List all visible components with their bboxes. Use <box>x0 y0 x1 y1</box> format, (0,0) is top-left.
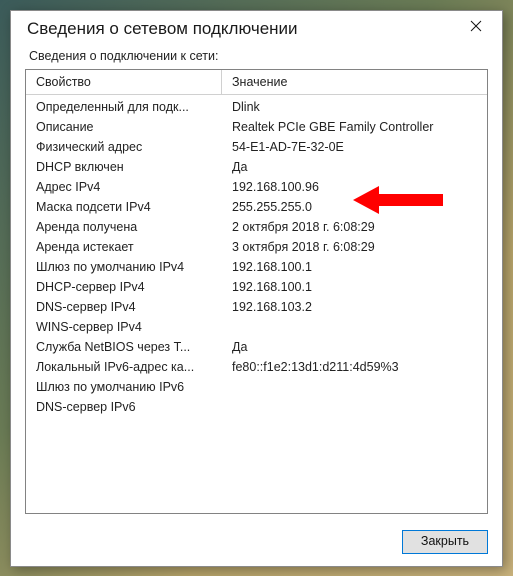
property-cell: DHCP-сервер IPv4 <box>26 277 222 297</box>
table-row[interactable]: DHCP-сервер IPv4192.168.100.1 <box>26 277 487 297</box>
dialog-footer: Закрыть <box>11 522 502 566</box>
property-cell: Физический адрес <box>26 137 222 157</box>
value-cell: 192.168.100.96 <box>222 177 487 197</box>
table-row[interactable]: ОписаниеRealtek PCIe GBE Family Controll… <box>26 117 487 137</box>
value-cell: Да <box>222 337 487 357</box>
property-cell: Локальный IPv6-адрес ка... <box>26 357 222 377</box>
value-cell: 192.168.100.1 <box>222 257 487 277</box>
property-cell: DNS-сервер IPv4 <box>26 297 222 317</box>
network-details-dialog: Сведения о сетевом подключении Сведения … <box>10 10 503 567</box>
value-cell: Да <box>222 157 487 177</box>
property-cell: Маска подсети IPv4 <box>26 197 222 217</box>
window-title: Сведения о сетевом подключении <box>27 19 298 39</box>
property-cell: Адрес IPv4 <box>26 177 222 197</box>
table-row[interactable]: Локальный IPv6-адрес ка...fe80::f1e2:13d… <box>26 357 487 377</box>
table-row[interactable]: Шлюз по умолчанию IPv6 <box>26 377 487 397</box>
table-row[interactable]: Служба NetBIOS через T...Да <box>26 337 487 357</box>
table-row[interactable]: Адрес IPv4192.168.100.96 <box>26 177 487 197</box>
value-cell <box>222 317 487 337</box>
subtitle-label: Сведения о подключении к сети: <box>11 45 502 67</box>
grid-header: Свойство Значение <box>26 70 487 96</box>
column-header-property[interactable]: Свойство <box>26 70 222 95</box>
property-cell: Шлюз по умолчанию IPv4 <box>26 257 222 277</box>
table-row[interactable]: DHCP включенДа <box>26 157 487 177</box>
value-cell <box>222 397 487 417</box>
value-cell: 2 октября 2018 г. 6:08:29 <box>222 217 487 237</box>
table-row[interactable]: Шлюз по умолчанию IPv4192.168.100.1 <box>26 257 487 277</box>
table-row[interactable]: DNS-сервер IPv4192.168.103.2 <box>26 297 487 317</box>
value-cell: 54-E1-AD-7E-32-0E <box>222 137 487 157</box>
property-cell: Аренда получена <box>26 217 222 237</box>
column-header-value[interactable]: Значение <box>222 70 487 95</box>
details-panel: Свойство Значение Определенный для подк.… <box>25 69 488 514</box>
value-cell: Dlink <box>222 97 487 117</box>
close-icon <box>470 20 482 35</box>
value-cell: Realtek PCIe GBE Family Controller <box>222 117 487 137</box>
value-cell: 192.168.103.2 <box>222 297 487 317</box>
property-cell: Служба NetBIOS через T... <box>26 337 222 357</box>
property-cell: WINS-сервер IPv4 <box>26 317 222 337</box>
property-cell: DNS-сервер IPv6 <box>26 397 222 417</box>
titlebar: Сведения о сетевом подключении <box>11 11 502 45</box>
table-row[interactable]: Определенный для подк...Dlink <box>26 97 487 117</box>
value-cell: 255.255.255.0 <box>222 197 487 217</box>
table-row[interactable]: Аренда истекает3 октября 2018 г. 6:08:29 <box>26 237 487 257</box>
close-dialog-button[interactable]: Закрыть <box>402 530 488 554</box>
table-row[interactable]: Физический адрес54-E1-AD-7E-32-0E <box>26 137 487 157</box>
property-cell: Аренда истекает <box>26 237 222 257</box>
property-cell: Описание <box>26 117 222 137</box>
grid-body: Определенный для подк...DlinkОписаниеRea… <box>26 96 487 417</box>
property-cell: Определенный для подк... <box>26 97 222 117</box>
table-row[interactable]: DNS-сервер IPv6 <box>26 397 487 417</box>
value-cell: 192.168.100.1 <box>222 277 487 297</box>
table-row[interactable]: Маска подсети IPv4255.255.255.0 <box>26 197 487 217</box>
value-cell: 3 октября 2018 г. 6:08:29 <box>222 237 487 257</box>
value-cell: fe80::f1e2:13d1:d211:4d59%3 <box>222 357 487 377</box>
close-button[interactable] <box>456 13 496 43</box>
value-cell <box>222 377 487 397</box>
property-cell: Шлюз по умолчанию IPv6 <box>26 377 222 397</box>
table-row[interactable]: WINS-сервер IPv4 <box>26 317 487 337</box>
table-row[interactable]: Аренда получена2 октября 2018 г. 6:08:29 <box>26 217 487 237</box>
property-cell: DHCP включен <box>26 157 222 177</box>
